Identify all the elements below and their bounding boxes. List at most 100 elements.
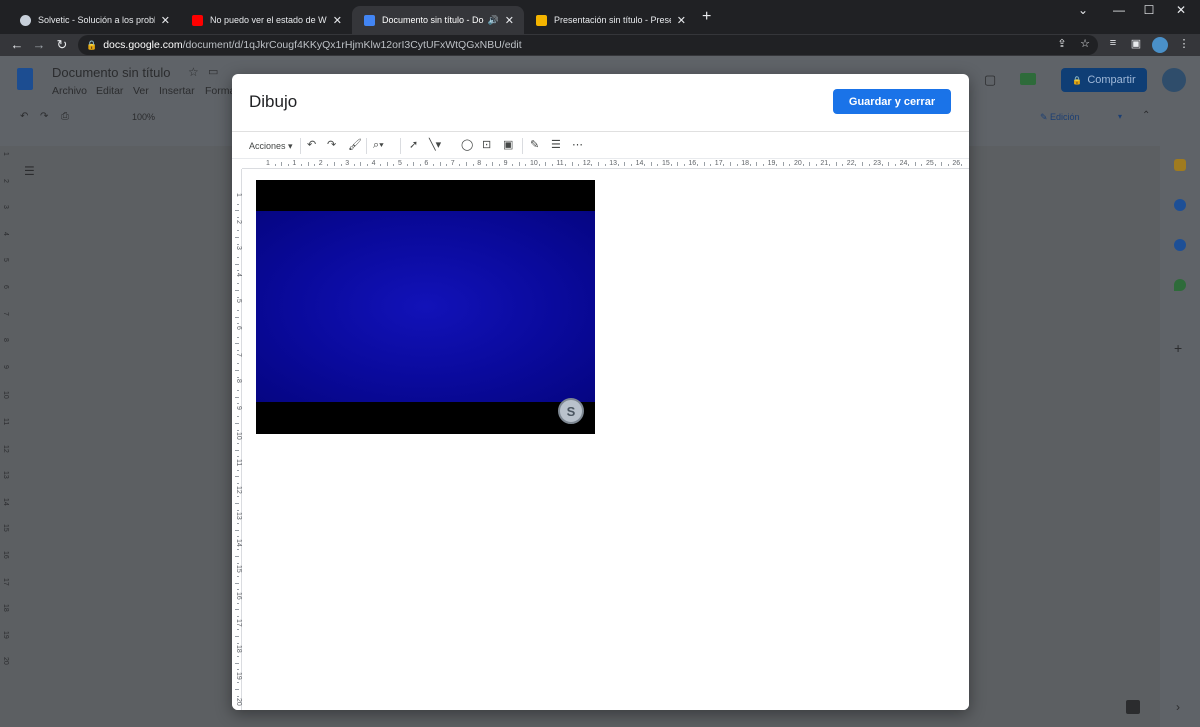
redo-icon[interactable]: ↷ [40,111,48,122]
hide-side-panel-icon[interactable]: › [1176,700,1180,714]
select-pointer-icon[interactable]: ➚ [409,138,418,152]
speaker-icon[interactable]: 🔊 [488,15,499,26]
undo-icon[interactable]: ↶ [307,138,316,152]
tab-search-icon[interactable]: ⌄ [1068,3,1098,17]
vruler-label: 8 [235,379,242,384]
vruler-tick [237,203,239,205]
hruler-label: 23 [873,160,881,167]
keep-icon[interactable] [1174,159,1186,171]
share-page-icon[interactable]: ⇪ [1054,37,1070,50]
tab-youtube[interactable]: No puedo ver el estado de What ✕ [180,6,352,34]
hruler-label: 16 [688,160,697,167]
actions-menu[interactable]: Acciones ▾ [249,139,293,153]
docs-vruler-label: 8 [2,338,9,343]
meet-icon[interactable] [1020,73,1036,85]
maximize-icon[interactable]: ☐ [1134,3,1164,17]
share-button[interactable]: 🔒 Compartir [1061,68,1147,92]
print-icon[interactable]: ⎙ [61,111,69,122]
star-icon[interactable]: ☆ [188,65,199,79]
border-color-icon[interactable]: ✎ [530,138,539,152]
hruler-tick [307,162,309,166]
tasks-icon[interactable] [1174,199,1186,211]
contacts-icon[interactable] [1174,239,1186,251]
zoom-icon[interactable]: ⌕▾ [373,138,384,152]
vruler-tick [237,216,239,218]
vruler-label: 6 [235,326,242,330]
vruler-tick [235,236,239,238]
zoom-select[interactable]: 100% [132,112,155,122]
close-tab-icon[interactable]: ✕ [677,14,686,27]
mode-dropdown-icon[interactable]: ▾ [1118,112,1122,121]
explore-icon[interactable] [1126,700,1140,714]
get-addons-icon[interactable]: + [1174,340,1182,356]
collapse-menus-icon[interactable]: ⌃ [1142,110,1150,121]
reload-icon[interactable]: ↻ [53,36,71,54]
minimize-icon[interactable]: — [1104,3,1134,17]
drawing-canvas[interactable]: S [243,170,969,710]
menu-archivo[interactable]: Archivo [52,85,87,97]
media-control-icon[interactable]: ≡ [1105,37,1121,49]
hruler-tick [789,164,791,166]
hruler-label: 1 [292,160,297,167]
new-tab-button[interactable]: + [702,8,711,26]
move-folder-icon[interactable]: ▭ [208,65,218,78]
tab-slides[interactable]: Presentación sin título - Presenta ✕ [524,6,696,34]
maps-icon[interactable] [1174,279,1186,291]
hruler-label: 9 [503,160,508,167]
vruler-label: 9 [235,405,242,410]
redo-icon[interactable]: ↷ [327,138,336,152]
editing-mode-select[interactable]: ✎ Edición [1040,112,1080,123]
undo-icon[interactable]: ↶ [20,111,28,122]
line-tool-icon[interactable]: ╲▾ [429,138,441,152]
profile-avatar[interactable] [1152,37,1168,53]
close-tab-icon[interactable]: ✕ [505,14,514,27]
close-tab-icon[interactable]: ✕ [333,14,342,27]
vruler-tick [237,629,239,631]
hruler-tick [683,164,685,166]
vruler-label: 11 [235,459,242,467]
vruler-label: 5 [235,299,242,304]
paint-format-icon[interactable]: 🖌 [348,138,362,152]
close-tab-icon[interactable]: ✕ [161,14,170,27]
menu-insertar[interactable]: Insertar [159,85,195,97]
vruler-label: 20 [235,698,242,707]
menu-ver[interactable]: Ver [133,85,149,97]
image-icon[interactable]: ▣ [503,138,513,152]
side-panel-icon[interactable]: ▣ [1128,37,1144,50]
hruler-tick [862,162,863,166]
vruler-tick [235,290,239,292]
hruler-tick [287,164,289,166]
account-avatar[interactable] [1162,68,1186,92]
border-weight-icon[interactable]: ☰ [551,138,561,152]
vruler-tick [237,296,239,298]
dialog-title: Dibujo [249,92,298,111]
bookmark-star-icon[interactable]: ☆ [1077,37,1093,50]
hruler-tick [842,164,844,166]
tab-docs[interactable]: Documento sin título - Docu 🔊 ✕ [352,6,524,34]
close-window-icon[interactable]: ✕ [1166,3,1196,17]
hruler-tick [512,164,514,166]
menu-editar[interactable]: Editar [96,85,123,97]
tab-strip: Solvetic - Solución a los problem ✕ No p… [0,0,1200,34]
drawn-image[interactable]: S [256,180,595,434]
save-and-close-button[interactable]: Guardar y cerrar [833,89,951,114]
vruler-tick [235,582,239,584]
document-title[interactable]: Documento sin título [52,65,171,80]
address-bar[interactable]: 🔒 docs.google.com /document/d/1qJkrCougf… [78,35,1098,55]
comments-icon[interactable]: ▢ [984,72,996,88]
menu-formato[interactable]: Forma [205,85,235,97]
shape-tool-icon[interactable]: ◯ [461,138,473,152]
back-icon[interactable]: ← [8,36,26,54]
hruler-tick [815,164,817,166]
hruler-label: 3 [345,160,350,167]
hruler-label: 20 [794,160,802,167]
vruler-tick [237,522,239,524]
tab-solvetic[interactable]: Solvetic - Solución a los problem ✕ [8,6,180,34]
border-dash-icon[interactable]: ⋯ [572,138,583,152]
more-menu-icon[interactable]: ⋮ [1176,37,1192,50]
text-box-icon[interactable]: ⊡ [482,138,491,152]
vruler-tick [237,456,239,458]
hruler-tick [406,164,408,166]
forward-icon[interactable]: → [30,36,48,54]
outline-icon[interactable]: ☰ [24,164,35,178]
